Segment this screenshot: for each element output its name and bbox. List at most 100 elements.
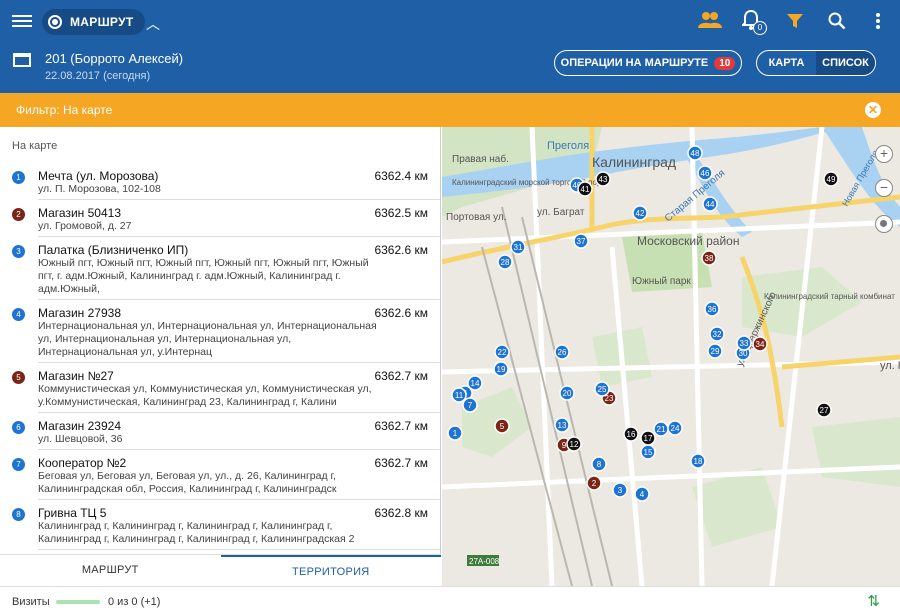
bottom-tabs: МАРШРУТ ТЕРРИТОРИЯ	[0, 554, 441, 586]
map-marker[interactable]: 1	[447, 425, 463, 441]
map-marker[interactable]: 29	[707, 343, 723, 359]
map-marker[interactable]: 22	[494, 344, 510, 360]
map-marker[interactable]: 17	[640, 430, 656, 446]
route-operations-label: ОПЕРАЦИИ НА МАРШРУТЕ	[560, 57, 709, 69]
map-marker[interactable]: 7	[462, 397, 478, 413]
route-title: 201 (Боррото Алексей)	[45, 51, 184, 66]
view-map-button[interactable]: КАРТА	[757, 51, 816, 75]
zoom-out-icon[interactable]: −	[875, 179, 893, 197]
map-marker[interactable]: 26	[554, 344, 570, 360]
my-location-icon[interactable]	[875, 215, 893, 233]
sort-icon[interactable]: ⇅	[867, 592, 880, 610]
map-marker[interactable]: 48	[687, 145, 703, 161]
item-distance: 6362.7 км	[374, 419, 428, 433]
map-marker[interactable]: 28	[497, 254, 513, 270]
map-marker-label: 32	[713, 330, 722, 339]
map-marker[interactable]: 19	[493, 361, 509, 377]
item-number-badge: 1	[12, 171, 25, 184]
route-operations-button[interactable]: ОПЕРАЦИИ НА МАРШРУТЕ 10	[554, 50, 742, 76]
map-marker-label: 19	[497, 365, 506, 374]
map-marker[interactable]: 12	[566, 436, 582, 452]
visits-progress-bar	[56, 600, 100, 604]
map-marker[interactable]: 21	[653, 421, 669, 437]
top-app-bar: МАРШРУТ ︿ 0 201 (Боррото Алексей) 22.08.…	[0, 0, 900, 93]
map-marker[interactable]: 36	[704, 301, 720, 317]
list-item[interactable]: 3 Палатка (Близниченко ИП) Южный пгт, Южны…	[12, 237, 440, 300]
item-address: Интернациональная ул, Интернациональная …	[38, 320, 377, 358]
map-marker-label: 9	[562, 441, 567, 450]
tab-territory[interactable]: ТЕРРИТОРИЯ	[220, 555, 441, 586]
map-marker[interactable]: 43	[595, 171, 611, 187]
route-selector[interactable]: МАРШРУТ	[42, 9, 146, 35]
map-marker[interactable]: 2	[586, 475, 602, 491]
list-item[interactable]: 4 Магазин 27938 Интернациональная ул, Инте…	[12, 300, 440, 363]
item-distance: 6362.4 км	[374, 169, 428, 183]
map-marker[interactable]: 34	[752, 336, 768, 352]
tab-route[interactable]: МАРШРУТ	[0, 555, 221, 586]
filter-icon[interactable]	[786, 12, 804, 30]
map-marker[interactable]: 49	[823, 171, 839, 187]
map-marker[interactable]: 3	[612, 482, 628, 498]
notification-count: 0	[753, 21, 767, 35]
visits-label: Визиты	[12, 596, 50, 608]
map-marker[interactable]: 27	[816, 402, 832, 418]
map-marker[interactable]: 25	[594, 381, 610, 397]
map-marker[interactable]: 42	[632, 205, 648, 221]
map-marker[interactable]: 31	[510, 239, 526, 255]
map-marker[interactable]: 18	[690, 453, 706, 469]
map-view[interactable]: Калининград Московский район Южный парк …	[442, 127, 900, 586]
map-label-road: 27А-008	[469, 557, 500, 566]
route-date: 22.08.2017 (сегодня)	[45, 70, 151, 82]
close-filter-icon[interactable]: ✕	[865, 102, 881, 118]
map-marker[interactable]: 16	[623, 426, 639, 442]
map-marker[interactable]: 41	[577, 181, 593, 197]
map-marker[interactable]: 32	[709, 326, 725, 342]
map-marker-label: 43	[599, 175, 608, 184]
map-marker[interactable]: 13	[554, 417, 570, 433]
map-marker[interactable]: 24	[667, 420, 683, 436]
map-marker-label: 3	[618, 486, 623, 495]
map-label-embankment: Правая наб.	[452, 153, 509, 165]
list-item[interactable]: 8 Гривна ТЦ 5 Калининград г, Калининград г…	[12, 500, 440, 550]
map-marker-label: 42	[636, 209, 645, 218]
map-marker[interactable]: 44	[702, 196, 718, 212]
chevron-up-icon[interactable]: ︿	[146, 14, 160, 34]
map-marker-label: 49	[827, 175, 836, 184]
map-marker[interactable]: 33	[736, 335, 752, 351]
more-vert-icon[interactable]	[874, 12, 882, 30]
map-marker[interactable]: 46	[697, 165, 713, 181]
map-marker[interactable]: 37	[573, 233, 589, 249]
list-item[interactable]: 5 Магазин №27 Коммунистическая ул, Коммуни…	[12, 363, 440, 413]
item-number-badge: 4	[12, 308, 25, 321]
view-list-button[interactable]: СПИСОК	[816, 51, 875, 75]
list-item[interactable]: 6 Магазин 23924 ул. Шевцовой, 36 6362.7 км	[12, 413, 440, 450]
map-marker-label: 31	[514, 243, 523, 252]
list-item[interactable]: 1 Мечта (ул. Морозова) ул. П. Морозова, 10…	[12, 163, 440, 200]
menu-icon[interactable]	[12, 12, 32, 30]
search-icon[interactable]	[828, 12, 846, 30]
item-distance: 6362.6 км	[374, 306, 428, 320]
filter-label: Фильтр: На карте	[16, 103, 113, 117]
map-marker[interactable]: 20	[559, 385, 575, 401]
notifications[interactable]: 0	[740, 9, 768, 36]
list-item[interactable]: 2 Магазин 50413 ул. Громовой, д. 27 6362.5 …	[12, 200, 440, 237]
map-marker-label: 33	[740, 339, 749, 348]
list-item[interactable]: 7 Кооператор №2 Беговая ул, Беговая ул, Бе…	[12, 450, 440, 500]
map-marker[interactable]: 4	[634, 486, 650, 502]
zoom-in-icon[interactable]: +	[875, 145, 893, 163]
map-marker-label: 14	[471, 379, 480, 388]
route-target-icon	[48, 15, 62, 29]
map-label-park: Южный парк	[632, 276, 691, 287]
users-icon[interactable]	[698, 11, 722, 29]
map-marker[interactable]: 8	[591, 456, 607, 472]
map-marker-label: 7	[468, 401, 473, 410]
outlet-list-panel: На карте 1 Мечта (ул. Морозова) ул. П. Мор…	[0, 127, 441, 586]
map-marker[interactable]: 38	[701, 250, 717, 266]
map-marker-label: 21	[657, 425, 666, 434]
map-marker[interactable]: 5	[494, 418, 510, 434]
map-marker-label: 1	[453, 429, 458, 438]
map-marker[interactable]: 11	[451, 387, 467, 403]
map-marker[interactable]: 15	[640, 444, 656, 460]
map-marker[interactable]: 14	[467, 375, 483, 391]
map-marker-label: 41	[581, 185, 590, 194]
